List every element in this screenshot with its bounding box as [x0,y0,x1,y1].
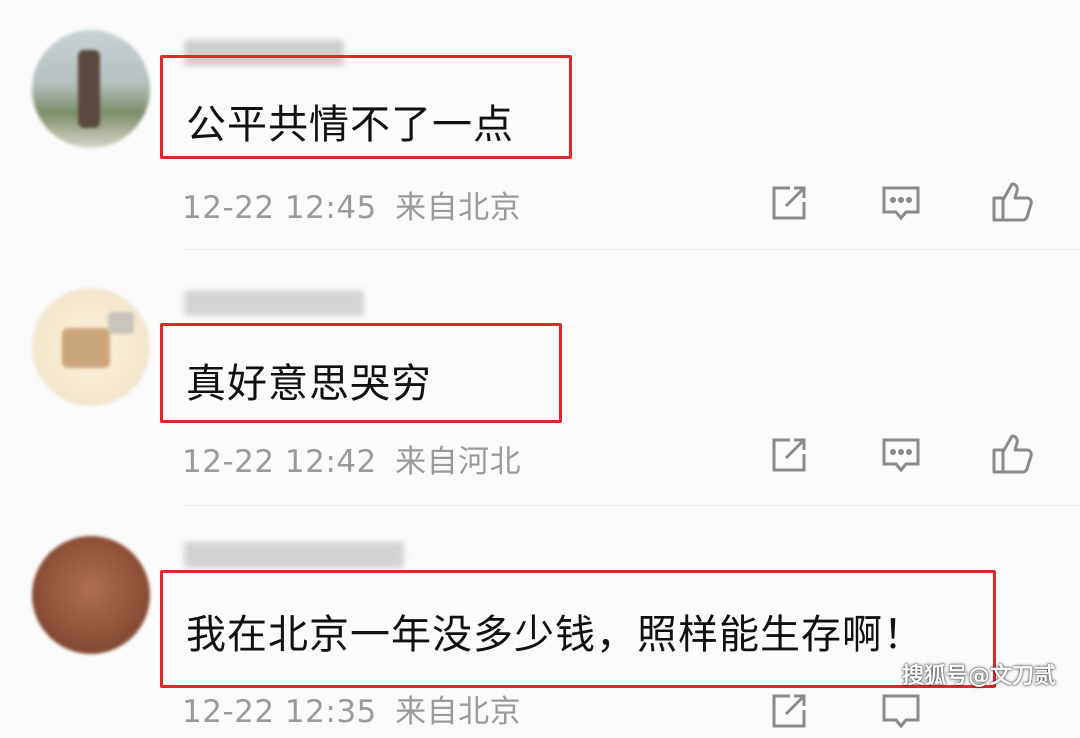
comment-item: 真好意思哭穷 12-22 12:42 来自河北 [0,250,1080,510]
avatar[interactable] [32,30,150,148]
comment-text: 真好意思哭穷 [186,361,432,407]
share-icon[interactable] [766,688,812,734]
comment-time: 12-22 12:35 [182,694,377,730]
divider [182,505,1080,506]
comment-icon[interactable] [878,432,924,478]
comment-icon[interactable] [878,688,924,734]
avatar[interactable] [32,288,150,406]
comment-icon[interactable] [878,180,924,226]
comment-time: 12-22 12:45 [182,190,377,226]
comment-text: 我在北京一年没多少钱，照样能生存啊！ [186,612,924,658]
thumbs-up-icon[interactable] [990,430,1036,476]
comment-meta: 12-22 12:45 来自北京 [182,182,521,227]
share-icon[interactable] [766,180,812,226]
username-blurred[interactable] [184,290,364,316]
comment-location: 来自河北 [395,444,522,480]
comment-meta: 12-22 12:42 来自河北 [182,436,521,481]
watermark: 搜狐号@文刀贰 [901,664,1056,689]
comment-time: 12-22 12:42 [182,444,377,480]
thumbs-up-icon[interactable] [990,178,1036,224]
comment-meta: 12-22 12:35 来自北京 [182,686,521,731]
comment-location: 来自北京 [395,190,522,226]
share-icon[interactable] [766,432,812,478]
comment-text: 公平共情不了一点 [186,102,514,148]
avatar[interactable] [32,536,150,654]
username-blurred[interactable] [184,542,404,568]
comment-location: 来自北京 [395,694,522,730]
comment-item: 公平共情不了一点 12-22 12:45 来自北京 [0,0,1080,250]
